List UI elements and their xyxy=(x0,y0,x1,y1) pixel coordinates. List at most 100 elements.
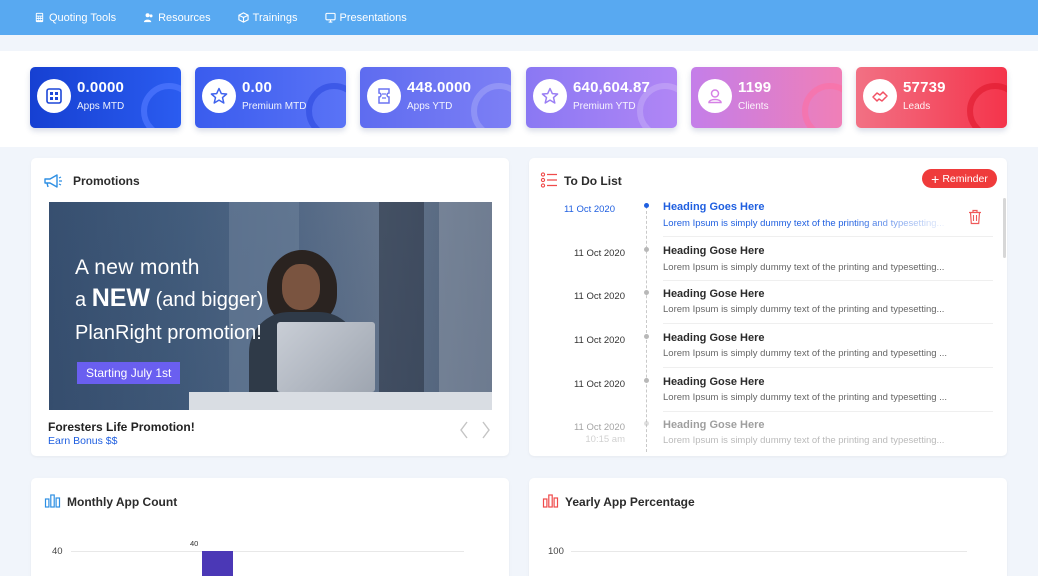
todo-item[interactable]: 11 Oct 2020 Heading Gose Here Lorem Ipsu… xyxy=(529,242,1007,286)
table-illustration xyxy=(189,392,492,410)
timeline-dot xyxy=(644,378,649,383)
timeline-dot xyxy=(644,290,649,295)
handshake-icon xyxy=(872,91,888,102)
timeline-dot xyxy=(644,421,649,426)
todo-date: 11 Oct 2020 xyxy=(563,204,615,215)
todo-time: 10:15 am xyxy=(585,434,625,445)
nav-label: Trainings xyxy=(252,11,298,24)
decorative-ring xyxy=(471,83,511,128)
panel-title: Monthly App Count xyxy=(67,495,178,509)
todo-description: Lorem Ipsum is simply dummy text of the … xyxy=(663,262,945,273)
decorative-ring xyxy=(802,83,842,128)
panel-title: Yearly App Percentage xyxy=(565,495,695,509)
banner-text: (and bigger) xyxy=(150,289,264,311)
button-label: Reminder xyxy=(942,172,988,185)
plus-icon: + xyxy=(931,170,940,187)
panel-title: To Do List xyxy=(564,174,622,188)
ticket-icon xyxy=(378,88,390,104)
decorative-ring xyxy=(967,83,1007,128)
todo-description: Lorem Ipsum is simply dummy text of the … xyxy=(663,304,945,315)
bar-chart-icon xyxy=(44,494,61,508)
stat-icon-wrap xyxy=(863,79,897,113)
stat-card-apps-ytd[interactable]: 448.0000 Apps YTD xyxy=(360,67,511,128)
users-icon xyxy=(143,13,153,23)
todo-date: 11 Oct 2020 xyxy=(573,248,625,259)
bar[interactable] xyxy=(202,551,233,576)
todo-item-active[interactable]: 11 Oct 2020 Heading Goes Here Lorem Ipsu… xyxy=(529,198,1007,242)
nav-item-presentations[interactable]: Presentations xyxy=(324,12,407,24)
yearly-app-percentage-panel: Yearly App Percentage 100 xyxy=(529,478,1007,576)
banner-text: a xyxy=(75,289,92,311)
monitor-icon xyxy=(324,12,336,23)
todo-item-faded[interactable]: 11 Oct 2020 10:15 am Heading Gose Here L… xyxy=(529,417,1007,456)
stat-card-clients[interactable]: 1199 Clients xyxy=(691,67,842,128)
stat-icon-wrap xyxy=(533,79,567,113)
todo-date: 11 Oct 2020 xyxy=(573,291,625,302)
nav-item-quoting-tools[interactable]: Quoting Tools xyxy=(34,12,116,24)
timeline-dot xyxy=(644,247,649,252)
todo-date: 11 Oct 2020 xyxy=(573,335,625,346)
trash-icon[interactable] xyxy=(968,209,982,225)
todo-panel: To Do List + Reminder 11 Oct 2020 Heading… xyxy=(529,158,1007,456)
todo-heading: Heading Gose Here xyxy=(663,376,765,388)
banner-headline-line2: a NEW (and bigger) xyxy=(75,284,263,313)
timeline-dot xyxy=(644,203,649,208)
stat-icon-wrap xyxy=(202,79,236,113)
chevron-left-icon[interactable] xyxy=(459,421,469,439)
stat-label: Apps MTD xyxy=(77,101,125,112)
todo-item[interactable]: 11 Oct 2020 Heading Gose Here Lorem Ipsu… xyxy=(529,330,1007,374)
stat-label: Premium MTD xyxy=(242,101,307,112)
stat-value: 0.00 xyxy=(242,79,272,96)
decorative-ring xyxy=(306,83,346,128)
stat-value: 1199 xyxy=(738,79,772,96)
banner-bg-shape xyxy=(439,202,492,410)
banner-headline-line3: PlanRight promotion! xyxy=(75,322,262,344)
stat-label: Apps YTD xyxy=(407,101,453,112)
stat-card-leads[interactable]: 57739 Leads xyxy=(856,67,1007,128)
separator xyxy=(663,323,993,324)
panel-title: Promotions xyxy=(73,174,140,188)
add-reminder-button[interactable]: + Reminder xyxy=(922,169,997,188)
star-icon xyxy=(541,87,559,104)
stat-card-apps-mtd[interactable]: 0.0000 Apps MTD xyxy=(30,67,181,128)
todo-heading: Heading Gose Here xyxy=(663,288,765,300)
promotions-panel: Promotions A new month a NEW (and bigger… xyxy=(31,158,509,456)
todo-heading: Heading Gose Here xyxy=(663,245,765,257)
todo-heading: Heading Gose Here xyxy=(663,419,765,431)
stat-card-premium-ytd[interactable]: 640,604.87 Premium YTD xyxy=(526,67,677,128)
chevron-right-icon[interactable] xyxy=(481,421,491,439)
banner-bg-shape xyxy=(379,202,424,410)
y-axis-tick-label: 100 xyxy=(548,546,564,557)
todo-item[interactable]: 11 Oct 2020 Heading Gose Here Lorem Ipsu… xyxy=(529,286,1007,330)
todo-heading: Heading Gose Here xyxy=(663,332,765,344)
monthly-app-count-panel: Monthly App Count 40 40 xyxy=(31,478,509,576)
megaphone-icon xyxy=(44,174,62,188)
promo-caption-sub[interactable]: Earn Bonus $$ xyxy=(48,435,117,447)
stat-value: 57739 xyxy=(903,79,946,96)
todo-item[interactable]: 11 Oct 2020 Heading Gose Here Lorem Ipsu… xyxy=(529,374,1007,418)
person-illustration xyxy=(282,264,320,310)
banner-headline-line1: A new month xyxy=(75,256,200,279)
timeline-dot xyxy=(644,334,649,339)
list-icon xyxy=(540,172,557,188)
todo-date: 11 Oct 2020 xyxy=(573,379,625,390)
todo-description: Lorem Ipsum is simply dummy text of the … xyxy=(663,435,945,446)
gridline xyxy=(571,551,967,552)
stat-label: Leads xyxy=(903,101,931,112)
nav-item-trainings[interactable]: Trainings xyxy=(238,12,298,24)
client-icon xyxy=(708,89,722,104)
stat-card-premium-mtd[interactable]: 0.00 Premium MTD xyxy=(195,67,346,128)
banner-text-big: NEW xyxy=(91,284,151,312)
promo-caption-title[interactable]: Foresters Life Promotion! xyxy=(48,420,195,434)
todo-heading: Heading Goes Here xyxy=(663,201,765,213)
promo-banner-image[interactable]: A new month a NEW (and bigger) PlanRight… xyxy=(49,202,492,410)
nav-item-resources[interactable]: Resources xyxy=(143,12,211,24)
bar-data-label: 40 xyxy=(190,539,199,548)
cube-icon xyxy=(238,12,249,23)
stat-value: 448.0000 xyxy=(407,79,472,96)
stat-icon-wrap xyxy=(367,79,401,113)
separator xyxy=(663,236,993,237)
stat-label: Clients xyxy=(738,101,769,112)
top-nav: Quoting Tools Resources Trainings Presen… xyxy=(0,0,1038,35)
nav-label: Quoting Tools xyxy=(49,11,117,24)
